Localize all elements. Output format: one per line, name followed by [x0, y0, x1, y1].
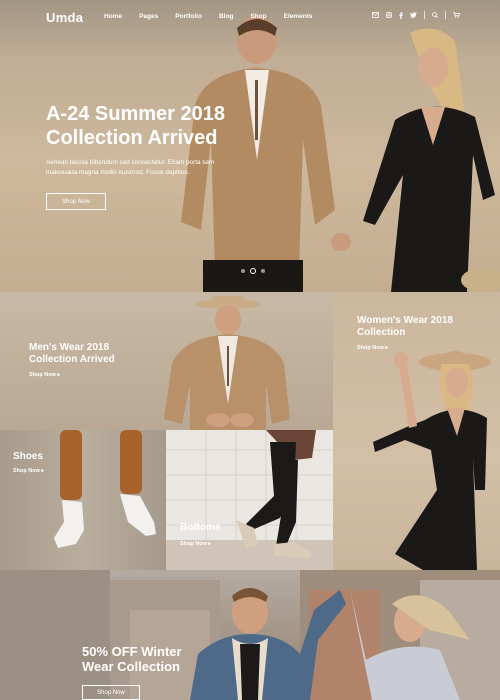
bottoms-image — [166, 430, 333, 570]
hero-woman-image — [363, 28, 500, 292]
shoes-tile-title: Shoes — [13, 451, 44, 462]
instagram-icon[interactable] — [386, 12, 392, 18]
mens-shop-now-link[interactable]: Shop Now ▸ — [29, 372, 60, 378]
nav-item-home[interactable]: Home — [104, 13, 122, 20]
hero-man-image — [181, 16, 351, 292]
nav-item-shop[interactable]: Shop — [250, 13, 266, 20]
shoes-tile[interactable]: Shoes Shop Now ▸ — [0, 430, 166, 570]
mens-tile-title: Men's Wear 2018 Collection Arrived — [29, 342, 115, 366]
womens-title-line2: Collection — [357, 327, 406, 338]
womens-shop-now-link[interactable]: Shop Now ▸ — [357, 345, 388, 351]
search-icon[interactable] — [432, 12, 438, 18]
site-header: Umda Home Pages Portfolio Blog Shop Elem… — [0, 0, 500, 36]
sale-couple-image — [0, 570, 500, 700]
slider-dot-2[interactable] — [250, 268, 256, 274]
mail-icon[interactable] — [372, 12, 379, 18]
site-logo[interactable]: Umda — [46, 10, 83, 25]
hero-subtitle-line2: malesuada magna mollis euismod. Fusce da… — [46, 169, 190, 176]
bottoms-tile-title: Bottoms — [180, 522, 221, 533]
header-icons — [372, 11, 460, 19]
sale-title-line1: 50% OFF Winter — [82, 644, 182, 659]
header-divider — [424, 11, 425, 19]
mens-wear-tile[interactable]: Men's Wear 2018 Collection Arrived Shop … — [0, 292, 333, 430]
mens-title-line1: Men's Wear 2018 — [29, 342, 110, 353]
nav-item-pages[interactable]: Pages — [139, 13, 158, 20]
womens-title-line1: Women's Wear 2018 — [357, 315, 453, 326]
winter-sale-banner[interactable]: 50% OFF Winter Wear Collection Shop Now — [0, 570, 500, 700]
hero-slider: A-24 Summer 2018 Collection Arrived Aene… — [0, 0, 500, 292]
mens-title-line2: Collection Arrived — [29, 354, 115, 365]
hero-shop-now-button[interactable]: Shop Now — [46, 193, 106, 210]
facebook-icon[interactable] — [399, 11, 403, 19]
hero-title: A-24 Summer 2018 Collection Arrived — [46, 102, 276, 150]
bottoms-shop-now-link[interactable]: Shop Now ▸ — [180, 541, 211, 547]
hero-subtitle-line1: Aenean lacinia bibendum sed consectetur.… — [46, 159, 215, 166]
shoes-shop-now-link[interactable]: Shop Now ▸ — [13, 468, 44, 474]
slider-dots — [241, 268, 265, 274]
sale-banner-title: 50% OFF Winter Wear Collection — [82, 644, 182, 674]
sale-shop-now-button[interactable]: Shop Now — [82, 685, 140, 700]
hero-subtitle: Aenean lacinia bibendum sed consectetur.… — [46, 158, 246, 178]
womens-wear-tile[interactable]: Women's Wear 2018 Collection Shop Now ▸ — [333, 292, 500, 570]
sale-title-line2: Wear Collection — [82, 659, 181, 674]
nav-item-portfolio[interactable]: Portfolio — [175, 13, 202, 20]
shoes-image — [54, 430, 156, 548]
nav-item-elements[interactable]: Elements — [284, 13, 313, 20]
header-divider — [445, 11, 446, 19]
womens-tile-title: Women's Wear 2018 Collection — [357, 315, 453, 339]
main-nav: Home Pages Portfolio Blog Shop Elements — [104, 13, 330, 20]
slider-dot-3[interactable] — [261, 269, 265, 273]
twitter-icon[interactable] — [410, 12, 417, 18]
hero-title-line1: A-24 Summer 2018 — [46, 103, 225, 125]
slider-dot-1[interactable] — [241, 269, 245, 273]
nav-item-blog[interactable]: Blog — [219, 13, 233, 20]
mens-model-image — [164, 296, 290, 430]
hero-title-line2: Collection Arrived — [46, 127, 218, 149]
womens-model-image — [373, 351, 491, 570]
bottoms-tile[interactable]: Bottoms Shop Now ▸ — [166, 430, 333, 570]
cart-icon[interactable] — [453, 12, 460, 18]
